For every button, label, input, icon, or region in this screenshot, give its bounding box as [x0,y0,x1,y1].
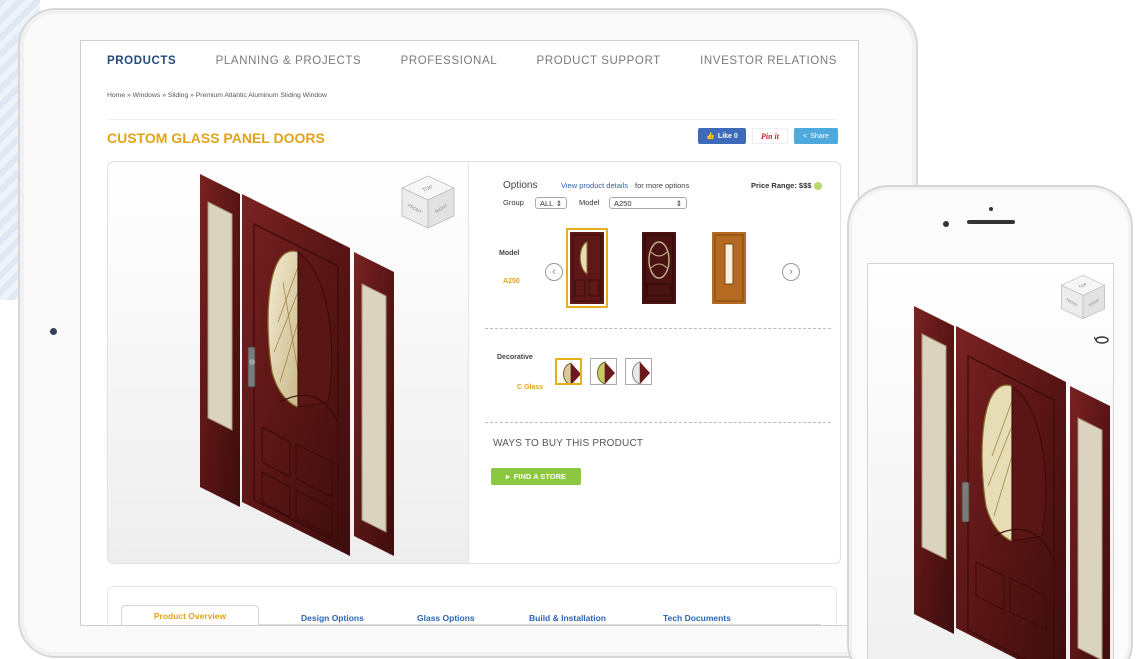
glass-thumb-c-glass[interactable] [555,358,582,385]
model-thumb-3[interactable] [712,232,746,304]
options-title: Options [503,180,538,191]
share-icon: < [803,132,808,140]
find-a-store-label: FIND A STORE [513,472,566,481]
like-button[interactable]: 👍 Like 0 [698,128,746,144]
glass-half-oval-icon [597,361,615,384]
model-thumb-2[interactable] [642,232,676,304]
decorative-label: Decorative [497,354,533,361]
ways-to-buy-heading: WAYS TO BUY THIS PRODUCT [493,438,644,449]
phone-camera [943,221,949,227]
share-button[interactable]: < Share [794,128,838,144]
divider [107,119,837,120]
tab-build-installation[interactable]: Build & Installation [529,613,606,623]
like-label: Like 0 [717,132,738,140]
find-a-store-button[interactable]: ▸ FIND A STORE [491,468,581,485]
pin-button[interactable]: Pin it [752,128,788,144]
phone-device: TOP FRONT RIGHT [847,185,1133,659]
options-panel: Options View product details for more op… [468,162,840,563]
product-panel: TOP FRONT RIGHT Options View product det… [107,161,841,564]
group-select-value: ALL [540,198,554,208]
prev-model-button[interactable]: ‹ [545,263,563,281]
price-range: Price Range: $$$ [751,181,823,190]
chevron-left-icon: ‹ [552,266,556,278]
share-label: Share [810,132,829,140]
phone-sensor [989,207,993,211]
group-select[interactable]: ALL ⇕ [535,197,567,209]
tablet-camera [50,328,57,335]
tablet-device: PRODUCTS PLANNING & PROJECTS PROFESSIONA… [18,8,918,658]
model-row-label: Model [499,250,520,257]
nav-item-products[interactable]: PRODUCTS [107,55,176,73]
info-icon[interactable] [814,181,823,190]
glass-half-oval-icon [632,361,650,384]
tab-product-overview[interactable]: Product Overview [121,605,259,625]
tab-design-options[interactable]: Design Options [301,613,364,623]
section-divider [485,422,831,423]
social-buttons: 👍 Like 0 Pin it < Share [698,128,838,144]
main-nav: PRODUCTS PLANNING & PROJECTS PROFESSIONA… [107,55,837,73]
play-triangle-icon: ▸ [506,472,510,481]
door-3d-render [914,306,1110,659]
model-select-value: A250 [614,198,632,208]
page-title: CUSTOM GLASS PANEL DOORS [107,130,325,146]
section-divider [485,328,831,329]
glass-thumb-3[interactable] [625,358,652,385]
nav-item-planning[interactable]: PLANNING & PROJECTS [216,55,362,73]
tab-glass-options[interactable]: Glass Options [417,613,475,623]
group-label: Group [503,198,524,207]
phone-screen[interactable]: TOP FRONT RIGHT [867,263,1114,659]
nav-item-professional[interactable]: PROFESSIONAL [401,55,498,73]
tab-tech-documents[interactable]: Tech Documents [663,613,731,623]
select-arrows-icon: ⇕ [555,198,562,208]
price-range-label: Price Range: $$$ [751,181,812,190]
model-row-value: A250 [503,278,520,285]
nav-item-investor-relations[interactable]: INVESTOR RELATIONS [700,55,837,73]
next-model-button[interactable]: › [782,263,800,281]
3d-viewer[interactable]: TOP FRONT RIGHT [108,162,468,563]
door-3d-render [200,174,394,556]
glass-thumb-2[interactable] [590,358,617,385]
decorative-value: C Glass [517,384,544,391]
model-label: Model [579,198,600,207]
marketing-composite: PRODUCTS PLANNING & PROJECTS PROFESSIONA… [0,0,1145,659]
tablet-screen: PRODUCTS PLANNING & PROJECTS PROFESSIONA… [80,40,859,626]
select-arrows-icon: ⇕ [675,198,682,208]
chevron-right-icon: › [789,266,793,278]
phone-speaker [967,220,1015,224]
options-hint: for more options [635,181,690,190]
thumbs-up-icon: 👍 [706,133,715,140]
breadcrumb[interactable]: Home » Windows » Sliding » Premium Atlan… [107,92,327,99]
model-thumb-a250[interactable] [566,228,608,308]
glass-half-oval-icon [563,362,580,383]
model-select[interactable]: A250 ⇕ [609,197,687,209]
view-product-details-link[interactable]: View product details [561,181,628,190]
nav-item-product-support[interactable]: PRODUCT SUPPORT [537,55,661,73]
